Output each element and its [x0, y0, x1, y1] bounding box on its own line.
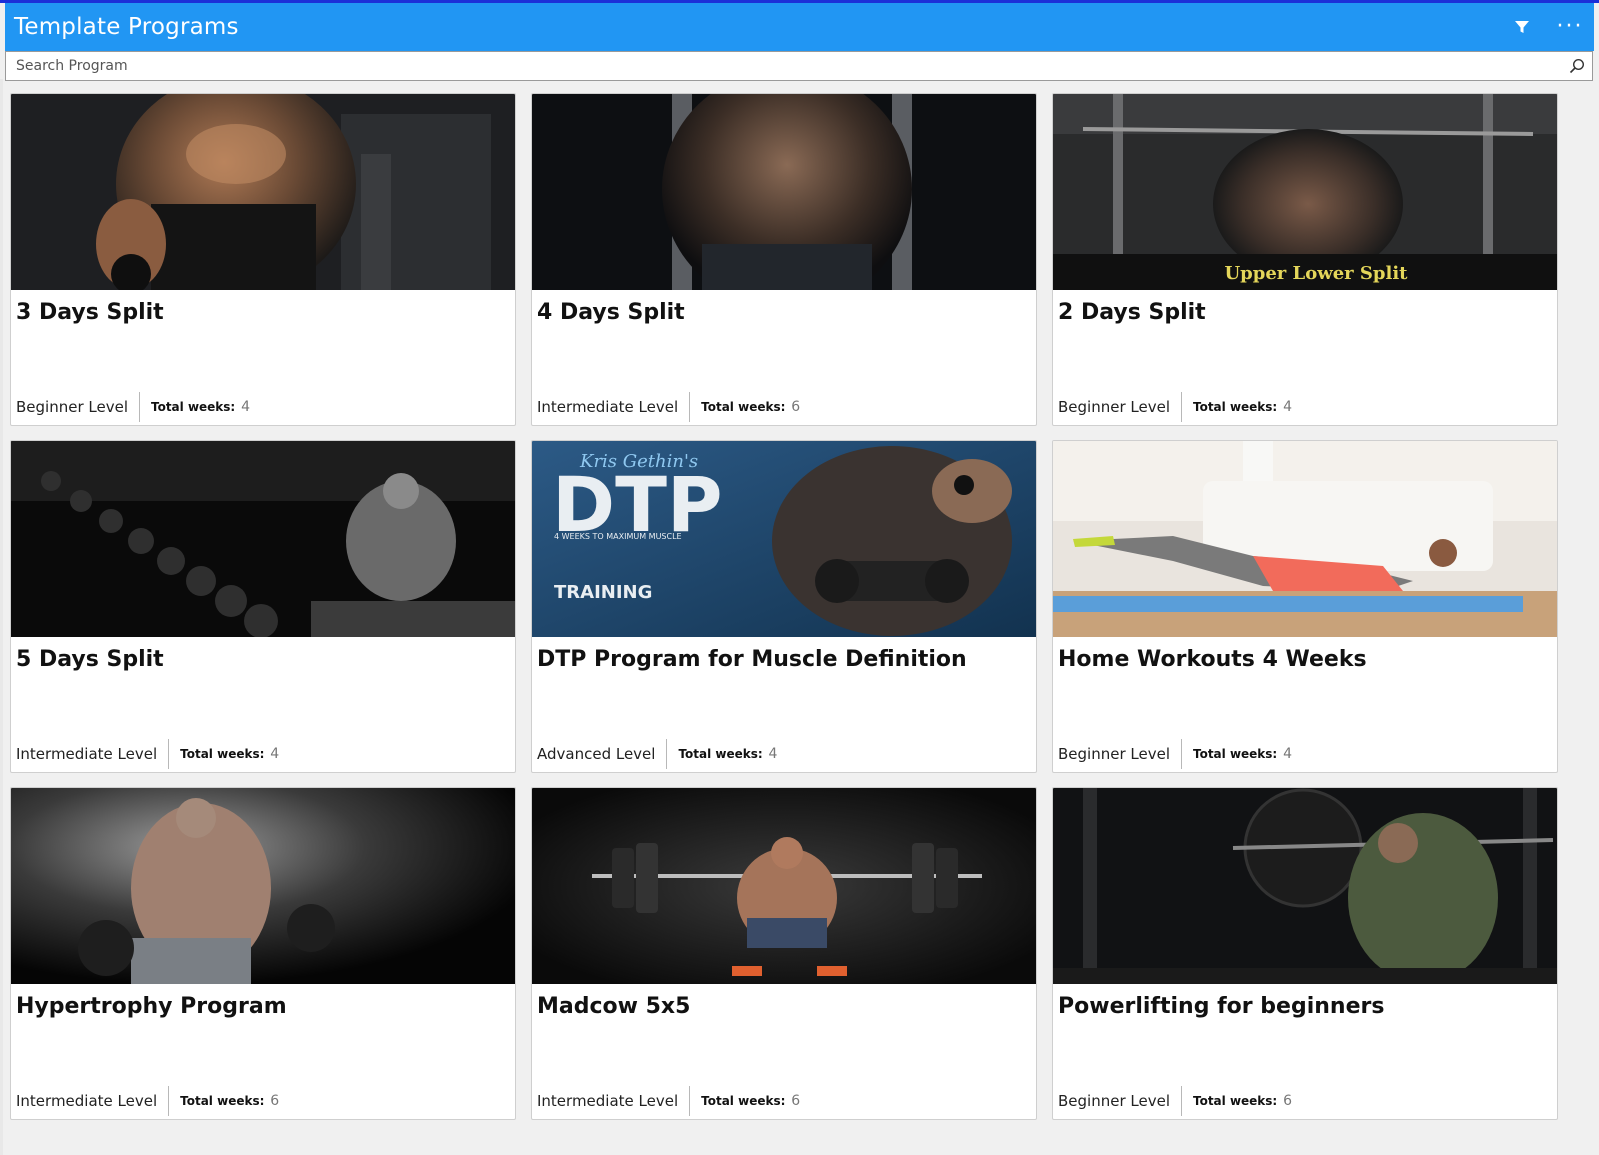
more-icon: ···: [1556, 14, 1584, 39]
program-image: Kris Gethin's DTP 4 WEEKS TO MAXIMUM MUS…: [532, 441, 1036, 637]
program-meta: Beginner Level Total weeks: 4: [1058, 736, 1292, 772]
total-weeks: Total weeks: 4: [1182, 399, 1292, 415]
program-level: Beginner Level: [1058, 392, 1182, 422]
total-weeks-label: Total weeks:: [1192, 747, 1278, 761]
program-title: 2 Days Split: [1058, 300, 1206, 325]
program-title: Madcow 5x5: [537, 994, 691, 1019]
total-weeks-value: 4: [241, 399, 250, 415]
program-card[interactable]: 4 Days Split Intermediate Level Total we…: [531, 93, 1037, 426]
total-weeks-label: Total weeks:: [701, 400, 786, 414]
search-box: [5, 51, 1593, 81]
total-weeks-value: 6: [791, 1093, 801, 1109]
image-caption: TRAINING: [554, 582, 652, 603]
total-weeks-value: 4: [768, 746, 778, 762]
total-weeks: Total weeks: 4: [667, 746, 777, 762]
program-meta: Intermediate Level Total weeks: 6: [16, 1083, 279, 1119]
total-weeks-value: 4: [1283, 746, 1292, 762]
program-image: [1053, 788, 1557, 984]
program-level: Intermediate Level: [16, 1086, 170, 1116]
program-level: Intermediate Level: [537, 392, 691, 422]
more-options-button[interactable]: ···: [1550, 9, 1590, 45]
total-weeks-label: Total weeks:: [180, 1094, 265, 1108]
filter-button[interactable]: [1502, 9, 1542, 45]
program-level: Beginner Level: [16, 392, 140, 422]
program-card[interactable]: 3 Days Split Beginner Level Total weeks:…: [10, 93, 516, 426]
total-weeks-value: 4: [1283, 399, 1292, 415]
total-weeks-value: 6: [1283, 1093, 1292, 1109]
program-title: Home Workouts 4 Weeks: [1058, 647, 1367, 672]
total-weeks-label: Total weeks:: [1192, 1094, 1278, 1108]
total-weeks-value: 4: [270, 746, 280, 762]
total-weeks-label: Total weeks:: [150, 400, 236, 414]
filter-icon: [1515, 21, 1529, 33]
program-image: [532, 94, 1036, 290]
total-weeks-label: Total weeks:: [1192, 400, 1278, 414]
program-image: [11, 441, 515, 637]
program-card[interactable]: Powerlifting for beginners Beginner Leve…: [1052, 787, 1558, 1120]
total-weeks-value: 6: [270, 1093, 280, 1109]
program-meta: Intermediate Level Total weeks: 6: [537, 1083, 800, 1119]
program-image: [11, 788, 515, 984]
image-caption: Upper Lower Split: [1224, 263, 1408, 284]
total-weeks: Total weeks: 6: [169, 1093, 279, 1109]
program-card[interactable]: Upper Lower Split 2 Days Split Beginner …: [1052, 93, 1558, 426]
total-weeks-label: Total weeks:: [180, 747, 265, 761]
program-level: Beginner Level: [1058, 1086, 1182, 1116]
app-window: Template Programs ··· Search Program 3 D…: [0, 0, 1599, 1155]
program-title: 3 Days Split: [16, 300, 164, 325]
program-meta: Beginner Level Total weeks: 6: [1058, 1083, 1292, 1119]
program-title: 4 Days Split: [537, 300, 685, 325]
program-image: Upper Lower Split: [1053, 94, 1557, 290]
program-card[interactable]: Home Workouts 4 Weeks Beginner Level Tot…: [1052, 440, 1558, 773]
program-card[interactable]: Madcow 5x5 Intermediate Level Total week…: [531, 787, 1037, 1120]
program-level: Intermediate Level: [537, 1086, 691, 1116]
page-title: Template Programs: [14, 14, 239, 40]
total-weeks-label: Total weeks:: [701, 1094, 786, 1108]
program-title: 5 Days Split: [16, 647, 164, 672]
program-title: Hypertrophy Program: [16, 994, 287, 1019]
program-level: Intermediate Level: [16, 739, 170, 769]
program-title: Powerlifting for beginners: [1058, 994, 1385, 1019]
program-card[interactable]: 5 Days Split Intermediate Level Total we…: [10, 440, 516, 773]
search-button[interactable]: [1566, 56, 1588, 76]
program-meta: Advanced Level Total weeks: 4: [537, 736, 777, 772]
search-icon: [1569, 58, 1585, 74]
total-weeks: Total weeks: 4: [1182, 746, 1292, 762]
program-level: Beginner Level: [1058, 739, 1182, 769]
program-level: Advanced Level: [537, 739, 668, 769]
program-image: [532, 788, 1036, 984]
total-weeks: Total weeks: 6: [690, 399, 800, 415]
header-bar: Template Programs ···: [5, 3, 1594, 51]
program-card[interactable]: Kris Gethin's DTP 4 WEEKS TO MAXIMUM MUS…: [531, 440, 1037, 773]
image-tagline: 4 WEEKS TO MAXIMUM MUSCLE: [554, 532, 682, 541]
program-image: [11, 94, 515, 290]
search-input[interactable]: [6, 52, 1556, 80]
program-meta: Intermediate Level Total weeks: 6: [537, 389, 800, 425]
program-meta: Intermediate Level Total weeks: 4: [16, 736, 279, 772]
total-weeks: Total weeks: 6: [690, 1093, 800, 1109]
total-weeks: Total weeks: 4: [169, 746, 279, 762]
program-title: DTP Program for Muscle Definition: [537, 647, 967, 672]
program-meta: Beginner Level Total weeks: 4: [16, 389, 250, 425]
program-card[interactable]: Hypertrophy Program Intermediate Level T…: [10, 787, 516, 1120]
window-edge: [0, 79, 3, 1155]
total-weeks-value: 6: [791, 399, 801, 415]
total-weeks-label: Total weeks:: [678, 747, 763, 761]
program-meta: Beginner Level Total weeks: 4: [1058, 389, 1292, 425]
total-weeks: Total weeks: 6: [1182, 1093, 1292, 1109]
program-image: [1053, 441, 1557, 637]
total-weeks: Total weeks: 4: [140, 399, 250, 415]
